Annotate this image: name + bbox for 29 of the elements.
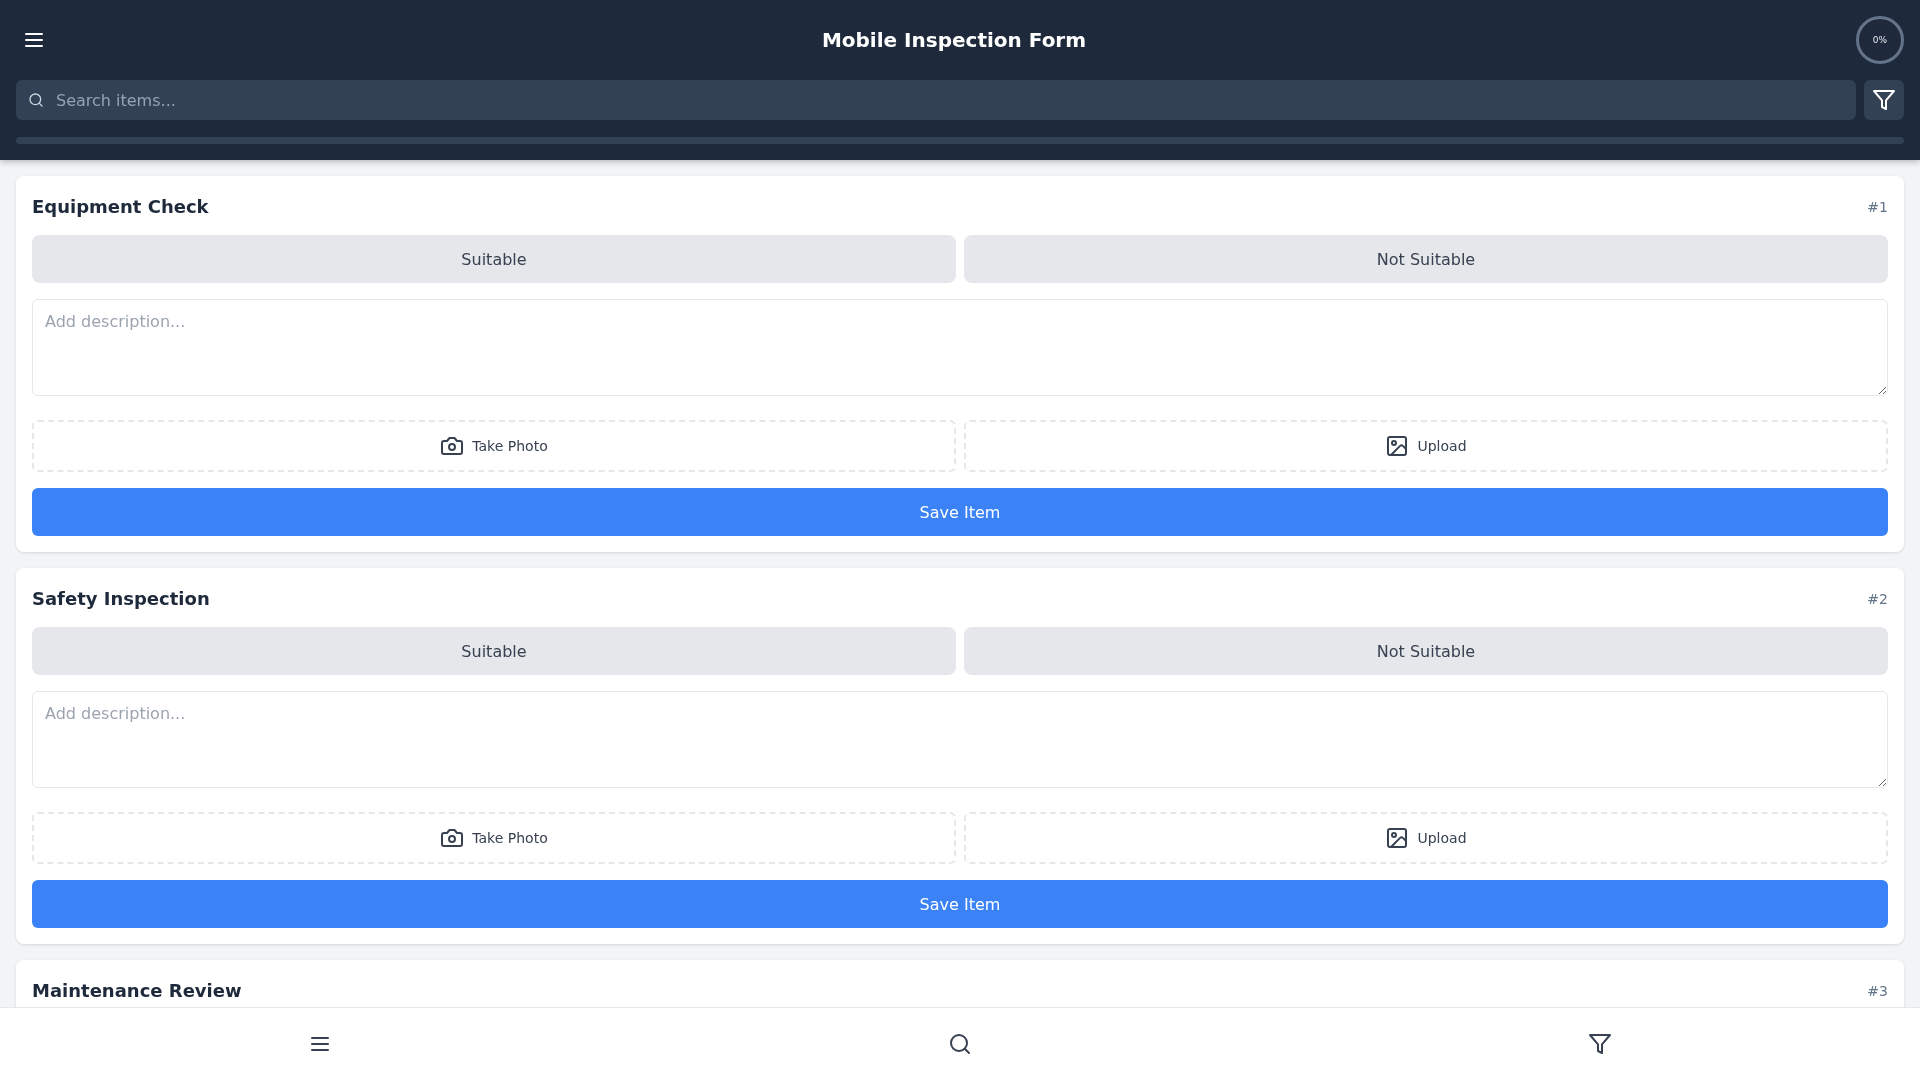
form-title: Mobile Inspection Form bbox=[821, 28, 1087, 52]
item-title: Equipment Check bbox=[32, 196, 209, 217]
take-photo-button[interactable]: Take Photo bbox=[32, 420, 956, 472]
take-photo-button[interactable]: Take Photo bbox=[32, 812, 956, 864]
search-field[interactable]: Search items... bbox=[16, 80, 1856, 120]
camera-icon bbox=[440, 826, 465, 850]
item-title: Safety Inspection bbox=[32, 588, 210, 609]
option-button[interactable]: Not Suitable bbox=[964, 627, 1888, 675]
save-button[interactable]: Save Item bbox=[32, 488, 1888, 536]
filter-icon bbox=[1872, 88, 1896, 112]
item-number: #1 bbox=[1867, 198, 1888, 215]
progress-ring: 0% bbox=[1856, 16, 1904, 64]
option-button[interactable]: Suitable bbox=[32, 235, 956, 283]
item-number: #3 bbox=[1867, 982, 1888, 999]
item-title: Maintenance Review bbox=[32, 980, 242, 1001]
image-icon bbox=[1385, 826, 1410, 850]
upload-button[interactable]: Upload bbox=[964, 420, 1888, 472]
option-button[interactable]: Suitable bbox=[32, 627, 956, 675]
camera-icon bbox=[440, 434, 465, 458]
description-field[interactable]: Add description... bbox=[32, 299, 1888, 396]
option-button[interactable]: Not Suitable bbox=[964, 235, 1888, 283]
filter-icon bbox=[1588, 1032, 1612, 1056]
filter-button[interactable] bbox=[1864, 80, 1904, 120]
description-field[interactable]: Add description... bbox=[32, 691, 1888, 788]
image-icon bbox=[1385, 434, 1410, 458]
search-icon bbox=[948, 1032, 972, 1056]
item-number: #2 bbox=[1867, 590, 1888, 607]
upload-button[interactable]: Upload bbox=[964, 812, 1888, 864]
save-button[interactable]: Save Item bbox=[32, 880, 1888, 928]
